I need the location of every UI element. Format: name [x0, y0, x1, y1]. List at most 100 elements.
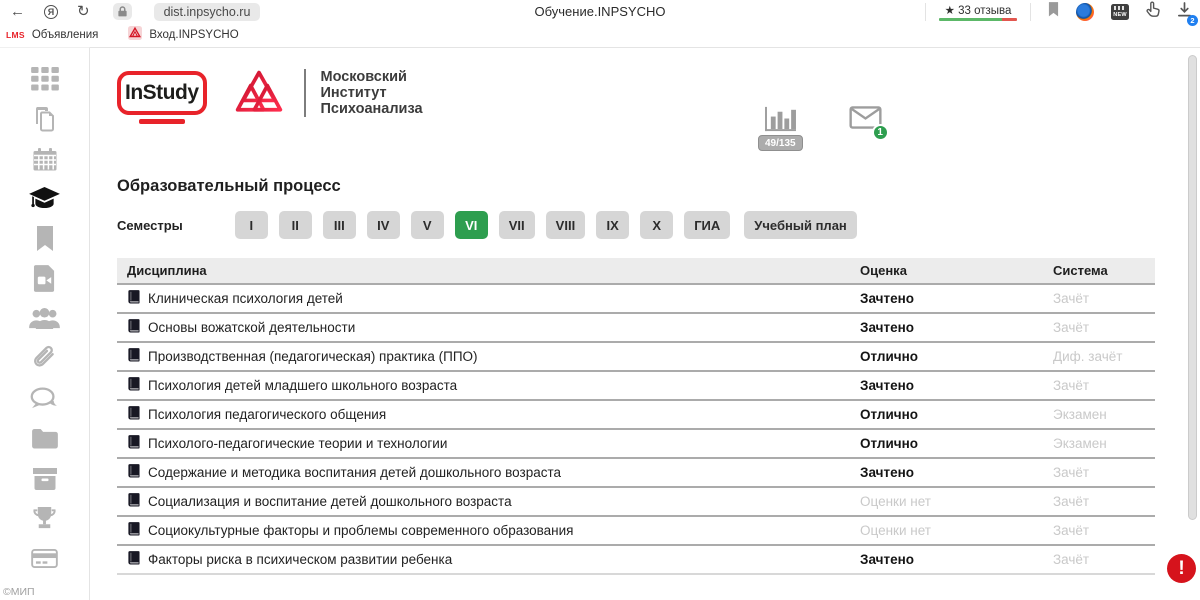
discipline-link[interactable]: Психология детей младшего школьного возр…: [127, 377, 860, 395]
mail-widget[interactable]: 1: [849, 106, 882, 134]
semester-button-IV[interactable]: IV: [367, 211, 400, 239]
reviews-widget[interactable]: ★ 33 отзыва: [925, 3, 1031, 21]
lms-icon: LMS: [6, 30, 25, 40]
institute-name: Московский Институт Психоанализа: [321, 69, 423, 117]
column-grade: Оценка: [860, 258, 1053, 284]
sidebar-item-payments[interactable]: [21, 541, 69, 581]
graduation-cap-icon: [28, 186, 61, 216]
sidebar-item-messages[interactable]: [21, 381, 69, 421]
semester-button-X[interactable]: X: [640, 211, 673, 239]
browser-toolbar: ← Я ↻ dist.inpsycho.ru Обучение.INPSYCHO…: [0, 0, 1200, 23]
discipline-name: Факторы риска в психическом развитии реб…: [148, 552, 452, 567]
discipline-link[interactable]: Содержание и методика воспитания детей д…: [127, 464, 860, 482]
discipline-link[interactable]: Социализация и воспитание детей дошкольн…: [127, 493, 860, 511]
sidebar-item-apps[interactable]: [21, 61, 69, 101]
semester-button-III[interactable]: III: [323, 211, 356, 239]
table-row: Социализация и воспитание детей дошкольн…: [117, 487, 1155, 516]
back-icon[interactable]: ←: [10, 4, 25, 19]
discipline-name: Социализация и воспитание детей дошкольн…: [148, 494, 512, 509]
profile-avatar[interactable]: [1076, 3, 1094, 21]
book-icon: [127, 522, 140, 540]
sidebar-item-files[interactable]: [21, 421, 69, 461]
book-icon: [127, 406, 140, 424]
grade-cell: Отлично: [860, 429, 1053, 458]
system-cell: Зачёт: [1053, 371, 1155, 400]
sidebar-item-documents[interactable]: [21, 101, 69, 141]
book-icon: [127, 348, 140, 366]
grade-cell: Отлично: [860, 342, 1053, 371]
semester-button-ГИА[interactable]: ГИА: [684, 211, 730, 239]
scrollbar[interactable]: [1188, 55, 1197, 520]
hand-pointer-icon[interactable]: [1146, 1, 1160, 22]
mip-favicon: [128, 26, 142, 45]
folder-icon: [31, 428, 58, 454]
mip-triangles-icon: [233, 68, 285, 118]
discipline-link[interactable]: Психолого-педагогические теории и технол…: [127, 435, 860, 453]
table-row: Факторы риска в психическом развитии реб…: [117, 545, 1155, 574]
table-row: Клиническая психология детейЗачтеноЗачёт: [117, 284, 1155, 313]
semester-button-VI[interactable]: VI: [455, 211, 488, 239]
semester-button-V[interactable]: V: [411, 211, 444, 239]
book-icon: [127, 435, 140, 453]
instudy-logo[interactable]: InStudy: [117, 71, 207, 115]
discipline-name: Психология детей младшего школьного возр…: [148, 378, 457, 393]
lock-icon[interactable]: [113, 3, 132, 20]
progress-widget[interactable]: 49/135: [758, 104, 803, 151]
table-row: Психология детей младшего школьного возр…: [117, 371, 1155, 400]
calendar-icon: [32, 146, 58, 177]
system-cell: Диф. зачёт: [1053, 342, 1155, 371]
sidebar-item-bookmarks[interactable]: [21, 221, 69, 261]
mail-badge: 1: [872, 124, 889, 141]
book-icon: [127, 493, 140, 511]
semesters-row: Семестры IIIIIIIVVVIVIIVIIIIXXГИА Учебны…: [117, 211, 1200, 239]
extension-new-icon[interactable]: NEW: [1111, 4, 1129, 20]
semester-button-I[interactable]: I: [235, 211, 268, 239]
curriculum-plan-button[interactable]: Учебный план: [744, 211, 856, 239]
discipline-link[interactable]: Психология педагогического общения: [127, 406, 860, 424]
book-icon: [127, 377, 140, 395]
downloads-icon[interactable]: 2: [1177, 2, 1192, 22]
discipline-link[interactable]: Социокультурные факторы и проблемы совре…: [127, 522, 860, 540]
documents-icon: [32, 106, 58, 137]
refresh-icon[interactable]: ↻: [77, 4, 90, 19]
copyright: ©МИП: [3, 586, 35, 598]
grade-cell: Зачтено: [860, 545, 1053, 574]
sidebar-item-video[interactable]: [21, 261, 69, 301]
semesters-label: Семестры: [117, 218, 183, 233]
bookmark-announcements[interactable]: LMS Объявления: [6, 29, 98, 41]
system-cell: Зачёт: [1053, 516, 1155, 545]
trophy-icon: [32, 506, 57, 536]
sidebar-item-people[interactable]: [21, 301, 69, 341]
sidebar-item-education[interactable]: [21, 181, 69, 221]
discipline-link[interactable]: Клиническая психология детей: [127, 290, 860, 308]
book-icon: [127, 319, 140, 337]
extension-dots: [1114, 6, 1126, 10]
mip-logo[interactable]: [233, 68, 285, 118]
system-cell: Зачёт: [1053, 458, 1155, 487]
system-cell: Зачёт: [1053, 313, 1155, 342]
semester-button-IX[interactable]: IX: [596, 211, 629, 239]
browser-menu-icon[interactable]: Я: [44, 5, 58, 19]
archive-icon: [32, 467, 58, 496]
table-row: Социокультурные факторы и проблемы совре…: [117, 516, 1155, 545]
semester-button-II[interactable]: II: [279, 211, 312, 239]
discipline-link[interactable]: Факторы риска в психическом развитии реб…: [127, 551, 860, 569]
sidebar-item-achievements[interactable]: [21, 501, 69, 541]
sidebar-item-archive[interactable]: [21, 461, 69, 501]
discipline-link[interactable]: Производственная (педагогическая) практи…: [127, 348, 860, 366]
sidebar-item-attachments[interactable]: [21, 341, 69, 381]
alert-notification-button[interactable]: !: [1167, 554, 1196, 583]
bookmark-inpsycho-login[interactable]: Вход.INPSYCHO: [128, 26, 238, 45]
book-icon: [127, 290, 140, 308]
discipline-link[interactable]: Основы вожатской деятельности: [127, 319, 860, 337]
semester-button-VII[interactable]: VII: [499, 211, 535, 239]
column-system: Система: [1053, 258, 1155, 284]
sidebar-item-calendar[interactable]: [21, 141, 69, 181]
system-cell: Зачёт: [1053, 545, 1155, 574]
system-cell: Экзамен: [1053, 429, 1155, 458]
page-title: Образовательный процесс: [117, 177, 1200, 196]
bookmark-flag-icon[interactable]: [1048, 2, 1059, 22]
semester-button-VIII[interactable]: VIII: [546, 211, 586, 239]
grade-cell: Оценки нет: [860, 487, 1053, 516]
address-bar[interactable]: dist.inpsycho.ru: [154, 3, 261, 21]
